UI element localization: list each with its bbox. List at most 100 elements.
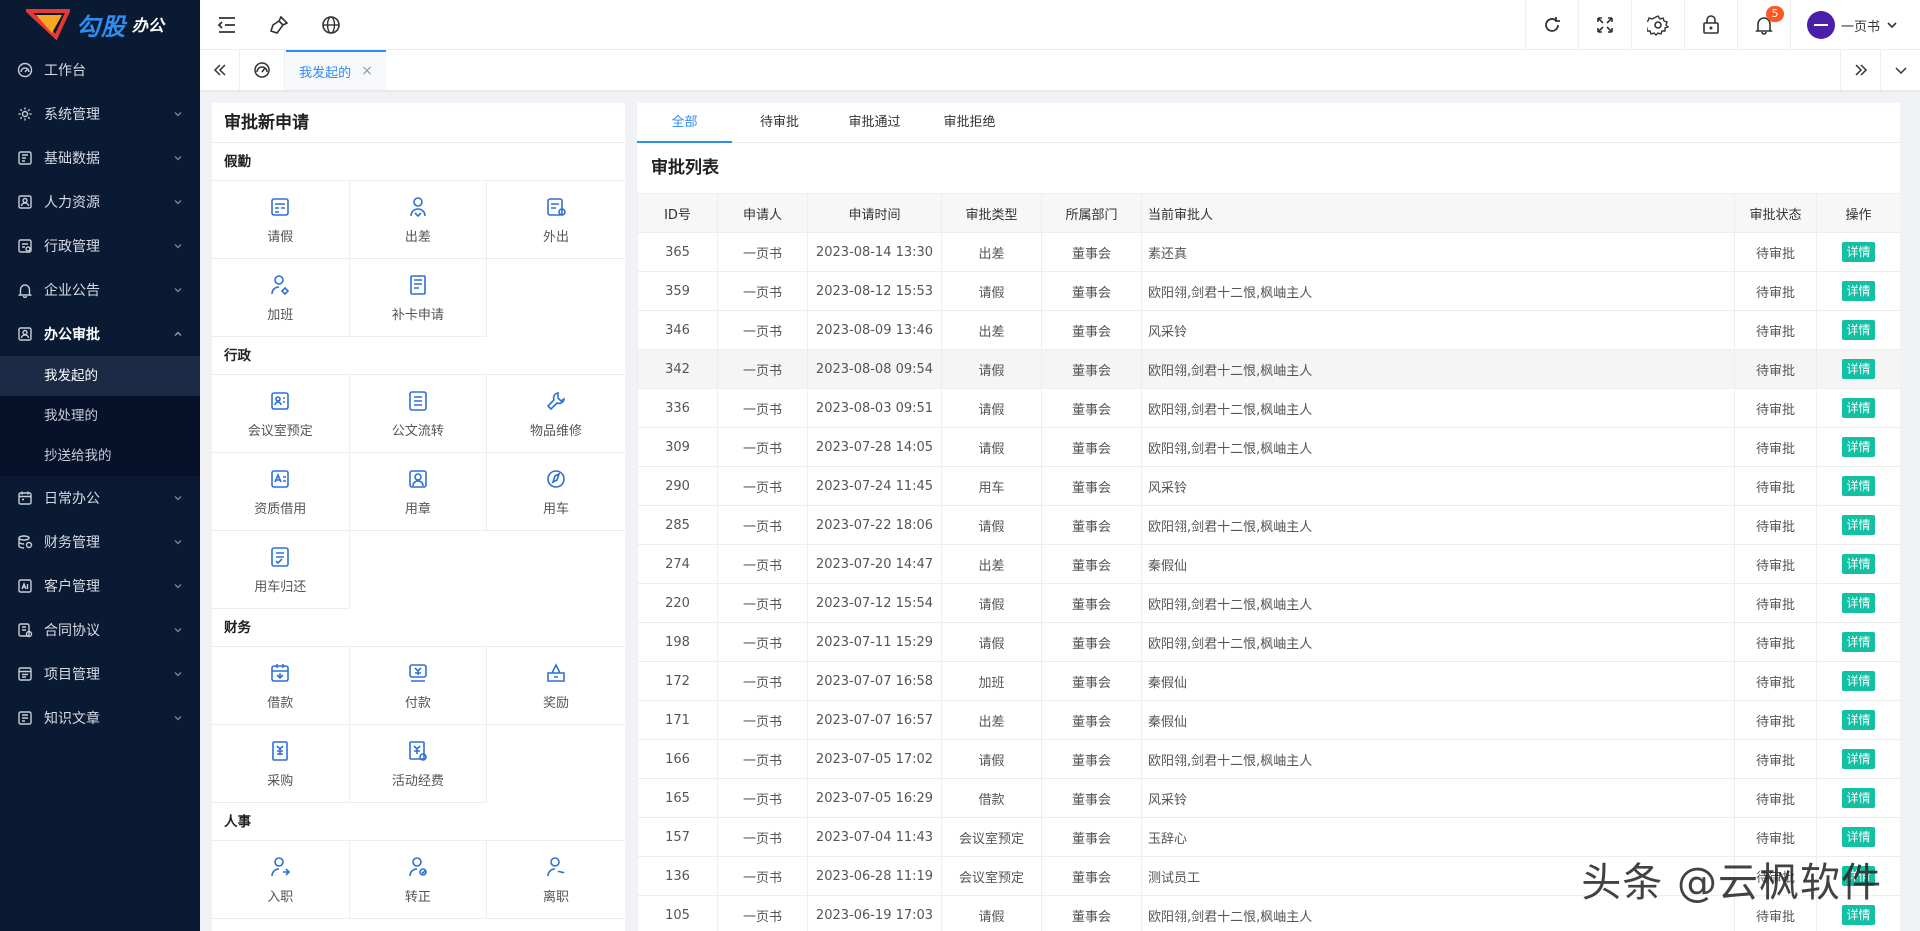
detail-button[interactable]: 详情 bbox=[1842, 359, 1875, 379]
cell-approver: 欧阳翎,剑君十二恨,枫岫主人 bbox=[1141, 622, 1735, 662]
detail-button[interactable]: 详情 bbox=[1842, 320, 1875, 340]
collapse-menu-icon[interactable] bbox=[216, 14, 238, 36]
notification-button[interactable]: 5 bbox=[1736, 0, 1790, 50]
detail-button[interactable]: 详情 bbox=[1842, 554, 1875, 574]
filter-tab[interactable]: 审批通过 bbox=[827, 103, 922, 143]
table-row[interactable]: 220 一页书 2023-07-12 15:54 请假 董事会 欧阳翎,剑君十二恨,枫岫主… bbox=[637, 583, 1900, 623]
table-row[interactable]: 342 一页书 2023-08-08 09:54 请假 董事会 欧阳翎,剑君十二恨,枫岫主… bbox=[637, 349, 1900, 389]
table-row[interactable]: 309 一页书 2023-07-28 14:05 请假 董事会 欧阳翎,剑君十二恨,枫岫主… bbox=[637, 427, 1900, 467]
double-chevron-right-icon bbox=[1854, 64, 1867, 76]
table-row[interactable]: 290 一页书 2023-07-24 11:45 用车 董事会 风采铃 待审批 详情 bbox=[637, 466, 1900, 506]
detail-button[interactable]: 详情 bbox=[1842, 593, 1875, 613]
logo[interactable]: 勾股 办公 bbox=[0, 0, 200, 48]
table-row[interactable]: 105 一页书 2023-06-19 17:03 请假 董事会 欧阳翎,剑君十二恨,枫岫主… bbox=[637, 895, 1900, 931]
tab-my-initiated[interactable]: 我发起的 × bbox=[286, 50, 386, 90]
application-type-repair[interactable]: 物品维修 bbox=[487, 374, 625, 453]
sidebar-item-database[interactable]: 基础数据 bbox=[0, 136, 200, 180]
sidebar-item-project[interactable]: 项目管理 bbox=[0, 652, 200, 696]
detail-button[interactable]: 详情 bbox=[1842, 749, 1875, 769]
table-row[interactable]: 274 一页书 2023-07-20 14:47 出差 董事会 秦假仙 待审批 详情 bbox=[637, 544, 1900, 584]
cell-status: 待审批 bbox=[1734, 583, 1817, 623]
sidebar-item-contract[interactable]: 合同协议 bbox=[0, 608, 200, 652]
column-header: 申请人 bbox=[717, 193, 808, 233]
cell-status: 待审批 bbox=[1734, 388, 1817, 428]
table-row[interactable]: 285 一页书 2023-07-22 18:06 请假 董事会 欧阳翎,剑君十二恨,枫岫主… bbox=[637, 505, 1900, 545]
table-row[interactable]: 198 一页书 2023-07-11 15:29 请假 董事会 欧阳翎,剑君十二恨,枫岫主… bbox=[637, 622, 1900, 662]
sidebar-item-article[interactable]: 知识文章 bbox=[0, 696, 200, 740]
detail-button[interactable]: 详情 bbox=[1842, 710, 1875, 730]
detail-button[interactable]: 详情 bbox=[1842, 515, 1875, 535]
table-row[interactable]: 136 一页书 2023-06-28 11:19 会议室预定 董事会 测试员工 待审批 详情 bbox=[637, 856, 1900, 896]
table-row[interactable]: 346 一页书 2023-08-09 13:46 出差 董事会 风采铃 待审批 详情 bbox=[637, 310, 1900, 350]
lock-icon bbox=[1703, 15, 1719, 34]
filter-tab[interactable]: 待审批 bbox=[732, 103, 827, 143]
table-row[interactable]: 171 一页书 2023-07-07 16:57 出差 董事会 秦假仙 待审批 详情 bbox=[637, 700, 1900, 740]
detail-button[interactable]: 详情 bbox=[1842, 671, 1875, 691]
table-row[interactable]: 166 一页书 2023-07-05 17:02 请假 董事会 欧阳翎,剑君十二恨,枫岫主… bbox=[637, 739, 1900, 779]
application-type-payment[interactable]: 付款 bbox=[349, 646, 488, 725]
application-type-car-return[interactable]: 用车归还 bbox=[212, 530, 350, 609]
tabs-scroll-right-button[interactable] bbox=[1840, 50, 1880, 90]
application-type-seal[interactable]: 用章 bbox=[349, 452, 488, 531]
filter-tab[interactable]: 审批拒绝 bbox=[922, 103, 1017, 143]
application-type-car[interactable]: 用车 bbox=[487, 452, 625, 531]
application-type-onboarding[interactable]: 入职 bbox=[212, 840, 350, 919]
detail-button[interactable]: 详情 bbox=[1842, 632, 1875, 652]
user-menu[interactable]: 一页书 bbox=[1789, 0, 1920, 50]
application-type-purchase[interactable]: 采购 bbox=[212, 724, 350, 803]
sidebar-item-finance[interactable]: 财务管理 bbox=[0, 520, 200, 564]
detail-button[interactable]: 详情 bbox=[1842, 788, 1875, 808]
clear-cache-icon[interactable] bbox=[268, 14, 290, 36]
cell-id: 105 bbox=[637, 895, 718, 931]
table-row[interactable]: 365 一页书 2023-08-14 13:30 出差 董事会 素还真 待审批 详情 bbox=[637, 232, 1900, 272]
application-type-overtime[interactable]: 加班 bbox=[212, 258, 350, 337]
sidebar-item-approval[interactable]: 办公审批 bbox=[0, 312, 200, 356]
table-row[interactable]: 165 一页书 2023-07-05 16:29 借款 董事会 风采铃 待审批 详情 bbox=[637, 778, 1900, 818]
detail-button[interactable]: 详情 bbox=[1842, 398, 1875, 418]
application-type-activity-funds[interactable]: 活动经费 bbox=[349, 724, 488, 803]
application-type-qualification[interactable]: 资质借用 bbox=[212, 452, 350, 531]
sidebar-item-admin[interactable]: 行政管理 bbox=[0, 224, 200, 268]
sidebar-item-bell[interactable]: 企业公告 bbox=[0, 268, 200, 312]
home-tab[interactable] bbox=[240, 50, 285, 90]
application-type-card-replacement[interactable]: 补卡申请 bbox=[349, 258, 488, 337]
sidebar-item-dashboard[interactable]: 工作台 bbox=[0, 48, 200, 92]
detail-button[interactable]: 详情 bbox=[1842, 281, 1875, 301]
application-type-loan[interactable]: 借款 bbox=[212, 646, 350, 725]
sidebar-item-settings[interactable]: 系统管理 bbox=[0, 92, 200, 136]
submenu-item[interactable]: 我发起的 bbox=[0, 356, 200, 396]
submenu-item[interactable]: 抄送给我的 bbox=[0, 436, 200, 476]
application-type-reward[interactable]: 奖励 bbox=[487, 646, 625, 725]
detail-button[interactable]: 详情 bbox=[1842, 437, 1875, 457]
table-row[interactable]: 336 一页书 2023-08-03 09:51 请假 董事会 欧阳翎,剑君十二恨,枫岫主… bbox=[637, 388, 1900, 428]
sidebar-item-calendar[interactable]: 日常办公 bbox=[0, 476, 200, 520]
cell-applicant: 一页书 bbox=[717, 856, 808, 896]
refresh-button[interactable] bbox=[1524, 0, 1578, 50]
application-type-document-flow[interactable]: 公文流转 bbox=[349, 374, 488, 453]
application-type-outing[interactable]: 外出 bbox=[487, 180, 625, 259]
detail-button[interactable]: 详情 bbox=[1842, 866, 1875, 886]
application-type-regularization[interactable]: 转正 bbox=[349, 840, 488, 919]
table-row[interactable]: 359 一页书 2023-08-12 15:53 请假 董事会 欧阳翎,剑君十二恨,枫岫主… bbox=[637, 271, 1900, 311]
submenu-item[interactable]: 我处理的 bbox=[0, 396, 200, 436]
table-row[interactable]: 157 一页书 2023-07-04 11:43 会议室预定 董事会 玉辞心 待审批 详情 bbox=[637, 817, 1900, 857]
sidebar-item-person-card[interactable]: 人力资源 bbox=[0, 180, 200, 224]
lock-button[interactable] bbox=[1683, 0, 1737, 50]
sidebar-item-customer[interactable]: 客户管理 bbox=[0, 564, 200, 608]
fullscreen-button[interactable] bbox=[1577, 0, 1631, 50]
tabs-menu-button[interactable] bbox=[1880, 50, 1920, 90]
settings-button[interactable] bbox=[1630, 0, 1684, 50]
globe-icon[interactable] bbox=[320, 14, 342, 36]
tabs-scroll-left-button[interactable] bbox=[200, 50, 240, 90]
table-row[interactable]: 172 一页书 2023-07-07 16:58 加班 董事会 秦假仙 待审批 详情 bbox=[637, 661, 1900, 701]
application-type-business-trip[interactable]: 出差 bbox=[349, 180, 488, 259]
application-type-meeting-room[interactable]: 会议室预定 bbox=[212, 374, 350, 453]
close-icon[interactable]: × bbox=[361, 63, 373, 79]
detail-button[interactable]: 详情 bbox=[1842, 242, 1875, 262]
detail-button[interactable]: 详情 bbox=[1842, 905, 1875, 925]
filter-tab[interactable]: 全部 bbox=[637, 103, 732, 143]
application-type-leave[interactable]: 请假 bbox=[212, 180, 350, 259]
detail-button[interactable]: 详情 bbox=[1842, 476, 1875, 496]
detail-button[interactable]: 详情 bbox=[1842, 827, 1875, 847]
application-type-resignation[interactable]: 离职 bbox=[487, 840, 625, 919]
